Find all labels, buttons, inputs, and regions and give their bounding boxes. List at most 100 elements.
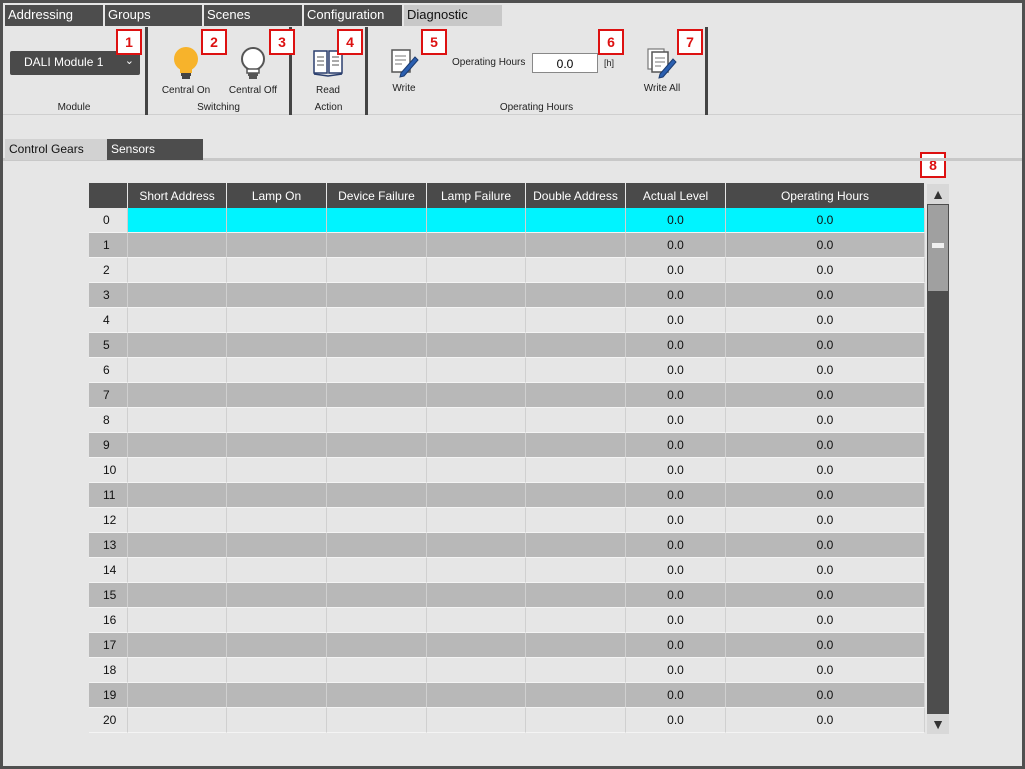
table-row[interactable]: 15 0.0 0.0 (89, 583, 925, 608)
cell-actual-level[interactable]: 0.0 (626, 333, 726, 358)
cell-device-failure[interactable] (327, 708, 427, 733)
cell-actual-level[interactable]: 0.0 (626, 408, 726, 433)
cell-double-address[interactable] (526, 633, 626, 658)
cell-lamp-failure[interactable] (427, 383, 526, 408)
cell-short-address[interactable] (128, 533, 227, 558)
cell-lamp-on[interactable] (227, 558, 327, 583)
cell-operating-hours[interactable]: 0.0 (726, 683, 925, 708)
cell-actual-level[interactable]: 0.0 (626, 383, 726, 408)
cell-double-address[interactable] (526, 683, 626, 708)
cell-lamp-on[interactable] (227, 308, 327, 333)
cell-double-address[interactable] (526, 533, 626, 558)
cell-lamp-on[interactable] (227, 233, 327, 258)
cell-lamp-failure[interactable] (427, 308, 526, 333)
cell-operating-hours[interactable]: 0.0 (726, 508, 925, 533)
table-scrollbar[interactable]: ▲ ▼ (927, 184, 949, 734)
cell-lamp-failure[interactable] (427, 583, 526, 608)
table-row[interactable]: 4 0.0 0.0 (89, 308, 925, 333)
table-row[interactable]: 11 0.0 0.0 (89, 483, 925, 508)
table-row[interactable]: 14 0.0 0.0 (89, 558, 925, 583)
cell-operating-hours[interactable]: 0.0 (726, 458, 925, 483)
cell-lamp-on[interactable] (227, 358, 327, 383)
table-row[interactable]: 3 0.0 0.0 (89, 283, 925, 308)
cell-lamp-failure[interactable] (427, 683, 526, 708)
cell-operating-hours[interactable]: 0.0 (726, 533, 925, 558)
cell-short-address[interactable] (128, 508, 227, 533)
cell-short-address[interactable] (128, 583, 227, 608)
table-row[interactable]: 10 0.0 0.0 (89, 458, 925, 483)
cell-lamp-failure[interactable] (427, 458, 526, 483)
cell-device-failure[interactable] (327, 583, 427, 608)
cell-operating-hours[interactable]: 0.0 (726, 283, 925, 308)
cell-actual-level[interactable]: 0.0 (626, 358, 726, 383)
cell-device-failure[interactable] (327, 358, 427, 383)
column-header-lamp-failure[interactable]: Lamp Failure (427, 183, 526, 208)
cell-lamp-failure[interactable] (427, 608, 526, 633)
cell-device-failure[interactable] (327, 608, 427, 633)
scrollbar-thumb[interactable] (928, 205, 948, 291)
cell-lamp-on[interactable] (227, 458, 327, 483)
cell-actual-level[interactable]: 0.0 (626, 208, 726, 233)
cell-actual-level[interactable]: 0.0 (626, 708, 726, 733)
cell-actual-level[interactable]: 0.0 (626, 283, 726, 308)
cell-lamp-failure[interactable] (427, 483, 526, 508)
cell-operating-hours[interactable]: 0.0 (726, 408, 925, 433)
cell-actual-level[interactable]: 0.0 (626, 483, 726, 508)
cell-actual-level[interactable]: 0.0 (626, 233, 726, 258)
cell-short-address[interactable] (128, 408, 227, 433)
column-header-device-failure[interactable]: Device Failure (327, 183, 427, 208)
cell-short-address[interactable] (128, 558, 227, 583)
column-header-lamp-on[interactable]: Lamp On (227, 183, 327, 208)
cell-short-address[interactable] (128, 458, 227, 483)
cell-lamp-on[interactable] (227, 483, 327, 508)
cell-double-address[interactable] (526, 658, 626, 683)
cell-lamp-on[interactable] (227, 533, 327, 558)
table-row[interactable]: 8 0.0 0.0 (89, 408, 925, 433)
cell-lamp-on[interactable] (227, 658, 327, 683)
cell-short-address[interactable] (128, 333, 227, 358)
cell-lamp-failure[interactable] (427, 408, 526, 433)
cell-lamp-on[interactable] (227, 508, 327, 533)
cell-short-address[interactable] (128, 608, 227, 633)
cell-operating-hours[interactable]: 0.0 (726, 233, 925, 258)
column-header-operating-hours[interactable]: Operating Hours (726, 183, 925, 208)
cell-lamp-failure[interactable] (427, 358, 526, 383)
operating-hours-input[interactable] (532, 53, 598, 73)
cell-short-address[interactable] (128, 283, 227, 308)
cell-double-address[interactable] (526, 383, 626, 408)
cell-device-failure[interactable] (327, 508, 427, 533)
tab-groups[interactable]: Groups (105, 5, 204, 26)
cell-device-failure[interactable] (327, 433, 427, 458)
cell-operating-hours[interactable]: 0.0 (726, 558, 925, 583)
cell-double-address[interactable] (526, 333, 626, 358)
cell-lamp-failure[interactable] (427, 283, 526, 308)
table-row[interactable]: 5 0.0 0.0 (89, 333, 925, 358)
cell-actual-level[interactable]: 0.0 (626, 558, 726, 583)
cell-double-address[interactable] (526, 458, 626, 483)
cell-operating-hours[interactable]: 0.0 (726, 333, 925, 358)
cell-actual-level[interactable]: 0.0 (626, 258, 726, 283)
table-row[interactable]: 13 0.0 0.0 (89, 533, 925, 558)
cell-lamp-failure[interactable] (427, 433, 526, 458)
cell-actual-level[interactable]: 0.0 (626, 433, 726, 458)
cell-lamp-failure[interactable] (427, 708, 526, 733)
cell-lamp-failure[interactable] (427, 558, 526, 583)
cell-lamp-failure[interactable] (427, 233, 526, 258)
write-button[interactable]: Write (382, 47, 426, 94)
scroll-down-arrow-icon[interactable]: ▼ (927, 714, 949, 734)
cell-device-failure[interactable] (327, 658, 427, 683)
cell-lamp-on[interactable] (227, 283, 327, 308)
column-header-double-address[interactable]: Double Address (526, 183, 626, 208)
cell-operating-hours[interactable]: 0.0 (726, 433, 925, 458)
cell-double-address[interactable] (526, 258, 626, 283)
table-row[interactable]: 16 0.0 0.0 (89, 608, 925, 633)
cell-lamp-on[interactable] (227, 633, 327, 658)
cell-double-address[interactable] (526, 283, 626, 308)
table-row[interactable]: 7 0.0 0.0 (89, 383, 925, 408)
cell-device-failure[interactable] (327, 283, 427, 308)
cell-lamp-on[interactable] (227, 708, 327, 733)
cell-double-address[interactable] (526, 408, 626, 433)
cell-double-address[interactable] (526, 608, 626, 633)
cell-actual-level[interactable]: 0.0 (626, 608, 726, 633)
cell-device-failure[interactable] (327, 533, 427, 558)
